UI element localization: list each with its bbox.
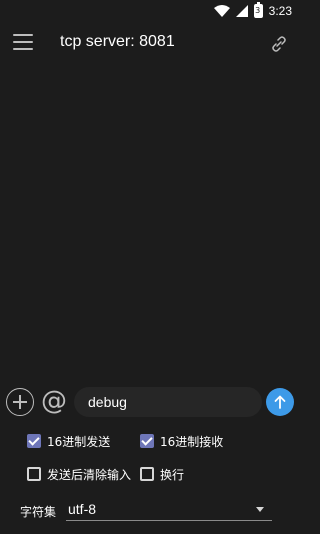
- newline-option[interactable]: 换行: [140, 465, 184, 483]
- status-bar: 3 3:23: [0, 0, 300, 22]
- message-log: [0, 66, 300, 382]
- hex-receive-option[interactable]: 16进制接收: [140, 432, 223, 450]
- dropdown-arrow-icon: [256, 507, 264, 512]
- at-button[interactable]: @: [40, 386, 68, 416]
- clear-after-send-option[interactable]: 发送后清除输入: [27, 465, 131, 483]
- signal-icon: [235, 5, 248, 17]
- hex-receive-label: 16进制接收: [160, 434, 224, 449]
- plus-circle-icon[interactable]: [6, 388, 34, 416]
- hamburger-menu-icon[interactable]: [13, 34, 33, 52]
- wifi-icon: [213, 5, 230, 17]
- clear-after-send-label: 发送后清除输入: [47, 467, 132, 482]
- newline-checkbox[interactable]: [140, 467, 154, 481]
- message-input[interactable]: [74, 387, 262, 417]
- hex-send-option[interactable]: 16进制发送: [27, 432, 110, 450]
- charset-label: 字符集: [20, 505, 57, 519]
- send-arrow-icon: [274, 395, 286, 409]
- app-toolbar: tcp server: 8081: [0, 22, 300, 66]
- hex-send-label: 16进制发送: [47, 434, 111, 449]
- charset-dropdown[interactable]: utf-8: [66, 497, 272, 521]
- status-time: 3:23: [268, 4, 292, 18]
- hex-send-checkbox[interactable]: [27, 434, 41, 448]
- clear-after-send-checkbox[interactable]: [27, 467, 41, 481]
- link-icon[interactable]: [270, 36, 288, 52]
- send-button[interactable]: [266, 388, 294, 416]
- hex-receive-checkbox[interactable]: [140, 434, 154, 448]
- battery-icon: 3: [253, 2, 263, 18]
- composer-row: @: [0, 386, 300, 418]
- charset-value: utf-8: [68, 501, 97, 517]
- page-title: tcp server: 8081: [60, 33, 175, 50]
- status-icons: 3 3:23: [213, 2, 292, 19]
- battery-level: 3: [255, 6, 261, 15]
- newline-label: 换行: [160, 467, 185, 482]
